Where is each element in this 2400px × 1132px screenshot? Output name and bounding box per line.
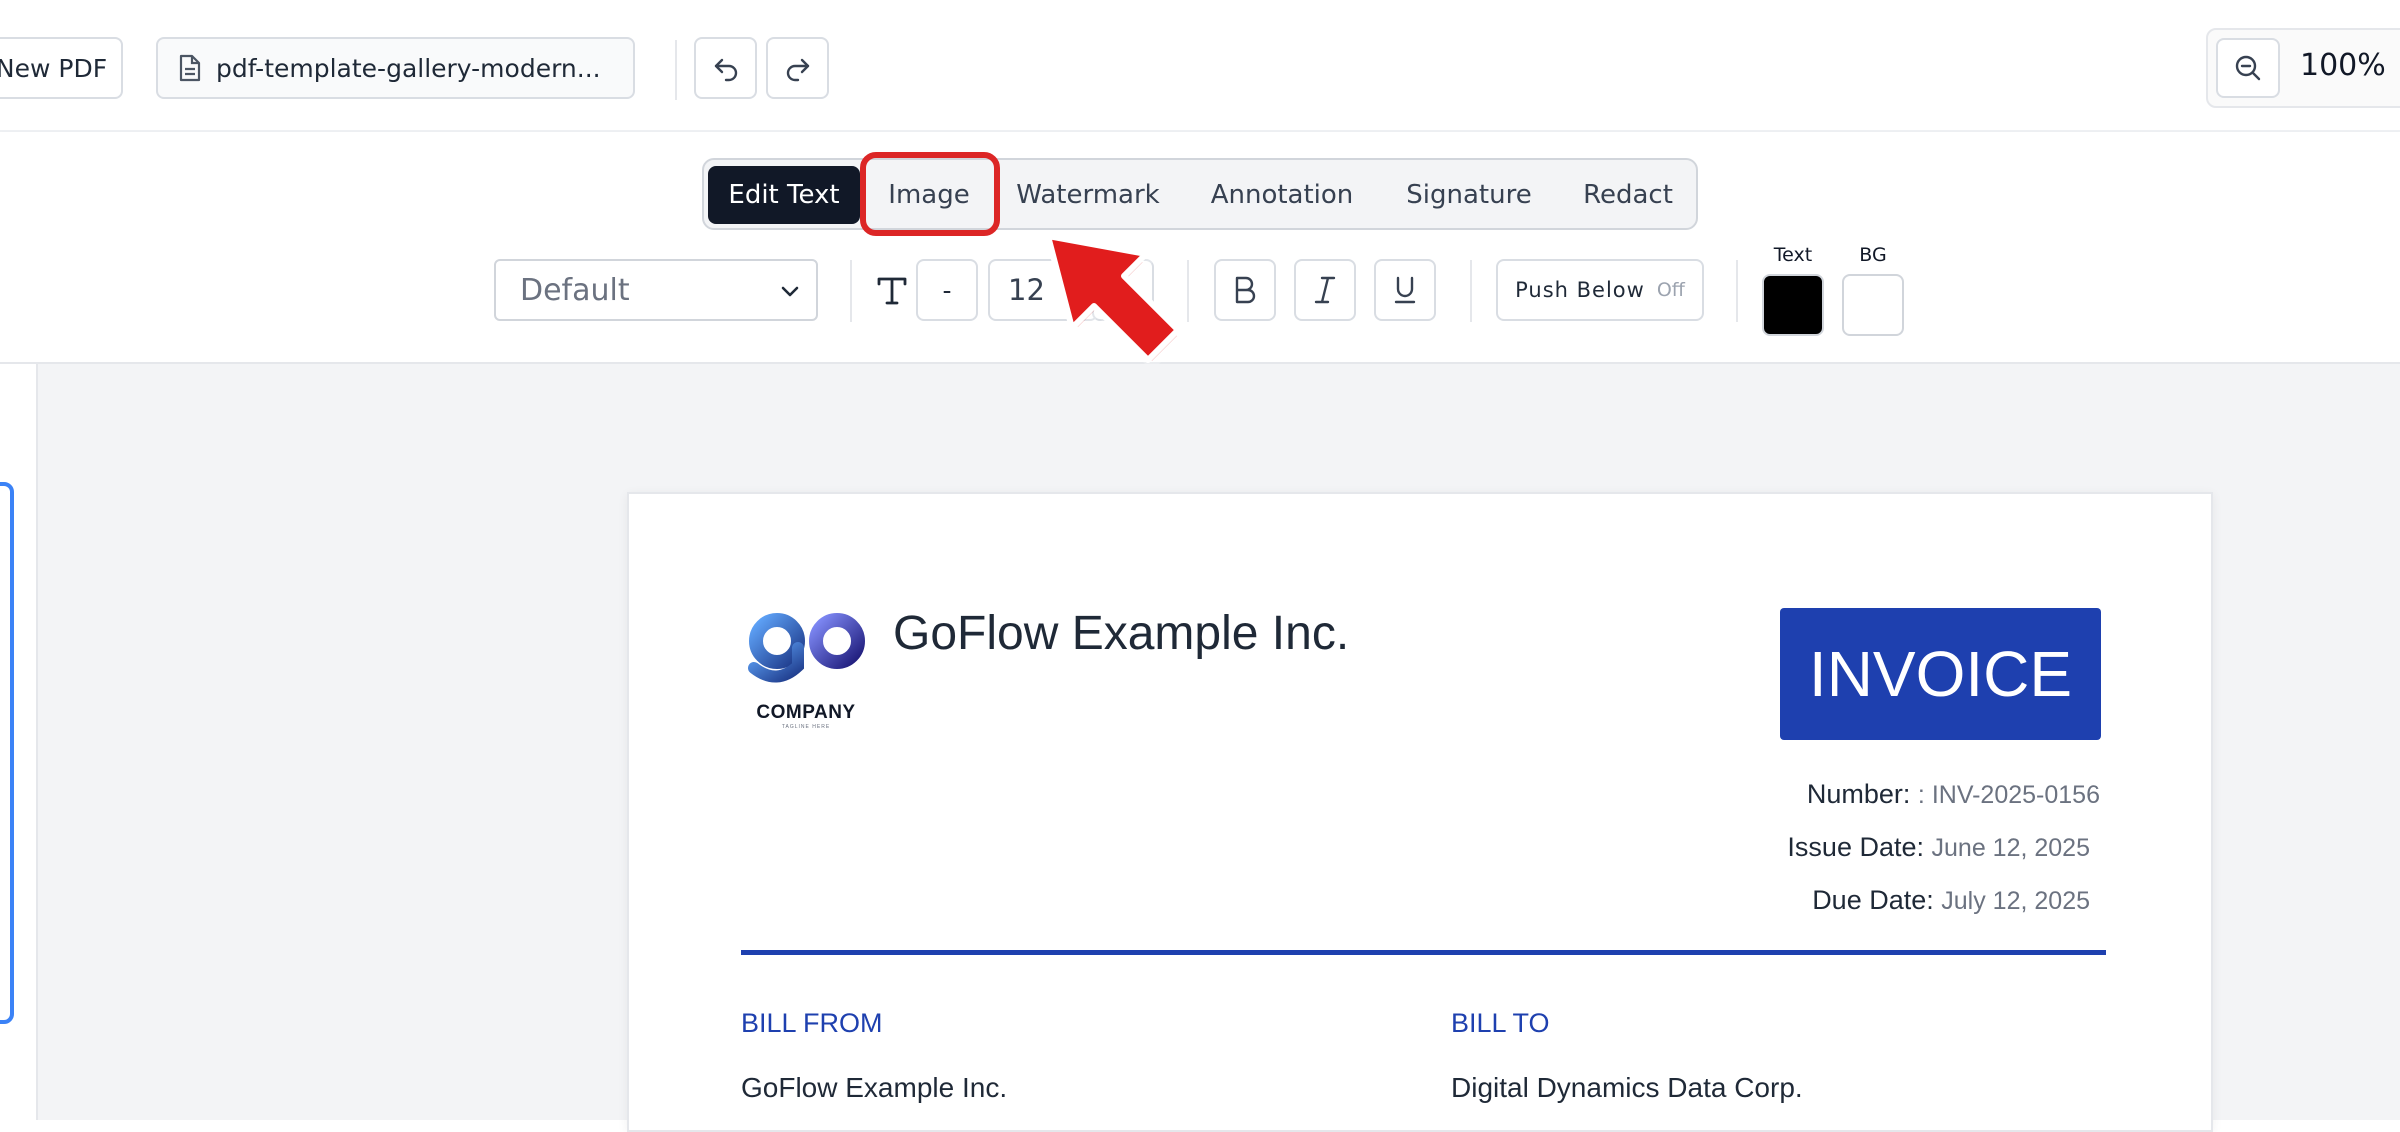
- new-pdf-label: New PDF: [0, 53, 108, 83]
- undo-button[interactable]: [694, 37, 757, 99]
- bill-from-heading: BILL FROM: [741, 1008, 883, 1038]
- meta-value: June 12, 2025: [1931, 834, 2090, 862]
- push-below-label: Push Below: [1515, 278, 1645, 302]
- invoice-title: INVOICE: [1808, 638, 2073, 710]
- logo-subtext: COMPANY: [756, 702, 856, 723]
- decrease-label: -: [942, 275, 952, 305]
- meta-value: July 12, 2025: [1941, 887, 2090, 915]
- bold-button[interactable]: [1214, 259, 1276, 321]
- text-color-swatch[interactable]: [1762, 274, 1824, 336]
- document-icon: [178, 54, 202, 82]
- redo-icon: [784, 54, 812, 82]
- tab-label: Watermark: [1016, 180, 1160, 210]
- file-name-button[interactable]: pdf-template-gallery-modern...: [156, 37, 635, 99]
- format-divider: [850, 260, 852, 322]
- tab-annotation[interactable]: Annotation: [1192, 166, 1372, 224]
- invoice-title-badge: INVOICE: [1780, 608, 2101, 740]
- tab-label: Annotation: [1210, 180, 1354, 210]
- page-thumbnail[interactable]: [0, 482, 14, 1024]
- invoice-meta: Number: : INV-2025-0156 Issue Date: June…: [1400, 768, 2100, 927]
- zoom-out-button[interactable]: [2216, 38, 2280, 98]
- bill-to-name: Digital Dynamics Data Corp.: [1451, 1072, 1803, 1103]
- new-pdf-button[interactable]: New PDF: [0, 37, 123, 99]
- pointer-arrow-icon: [1040, 228, 1186, 378]
- tab-watermark[interactable]: Watermark: [1006, 166, 1170, 224]
- push-below-toggle[interactable]: Push Below Off: [1496, 259, 1704, 321]
- meta-due-date: Due Date: July 12, 2025: [1400, 874, 2100, 927]
- bg-color-label: BG: [1859, 244, 1887, 266]
- meta-label: Due Date:: [1812, 885, 1934, 915]
- logo-tagline: TAGLINE HERE: [781, 724, 831, 730]
- font-select-value: Default: [520, 272, 630, 308]
- image-tab-highlight: [860, 152, 1000, 236]
- redo-button[interactable]: [766, 37, 829, 99]
- meta-value: : INV-2025-0156: [1917, 781, 2100, 809]
- format-divider: [1187, 260, 1189, 322]
- company-name: GoFlow Example Inc.: [893, 607, 1350, 660]
- undo-icon: [712, 54, 740, 82]
- meta-issue-date: Issue Date: June 12, 2025: [1400, 821, 2100, 874]
- company-logo: COMPANY TAGLINE HERE: [744, 608, 868, 730]
- meta-label: Number:: [1806, 779, 1911, 809]
- font-size-decrease-button[interactable]: -: [916, 259, 978, 321]
- zoom-level: 100%: [2300, 48, 2386, 83]
- meta-number: Number: : INV-2025-0156: [1400, 768, 2100, 821]
- underline-icon: [1392, 275, 1418, 305]
- bill-from-name: GoFlow Example Inc.: [741, 1072, 1008, 1103]
- bold-icon: [1232, 275, 1258, 305]
- format-divider: [1470, 260, 1472, 322]
- font-size-icon: [875, 270, 911, 310]
- file-name: pdf-template-gallery-modern...: [216, 53, 601, 83]
- header-divider: [741, 950, 2106, 955]
- tab-label: Edit Text: [728, 180, 840, 210]
- tab-edit-text[interactable]: Edit Text: [708, 166, 860, 224]
- push-below-state: Off: [1656, 279, 1685, 301]
- chevron-down-icon: [778, 279, 802, 303]
- italic-icon: [1312, 275, 1338, 305]
- italic-button[interactable]: [1294, 259, 1356, 321]
- font-select[interactable]: Default: [494, 259, 818, 321]
- toolbar-divider: [675, 40, 677, 100]
- tab-label: Signature: [1406, 180, 1532, 210]
- format-divider: [1736, 260, 1738, 322]
- underline-button[interactable]: [1374, 259, 1436, 321]
- tab-redact[interactable]: Redact: [1568, 166, 1688, 224]
- bg-color-swatch[interactable]: [1842, 274, 1904, 336]
- meta-label: Issue Date:: [1787, 832, 1924, 862]
- text-color-label: Text: [1773, 244, 1813, 266]
- zoom-out-icon: [2233, 53, 2263, 83]
- bill-to-heading: BILL TO: [1451, 1008, 1550, 1038]
- tab-label: Redact: [1583, 180, 1673, 210]
- tab-signature[interactable]: Signature: [1394, 166, 1544, 224]
